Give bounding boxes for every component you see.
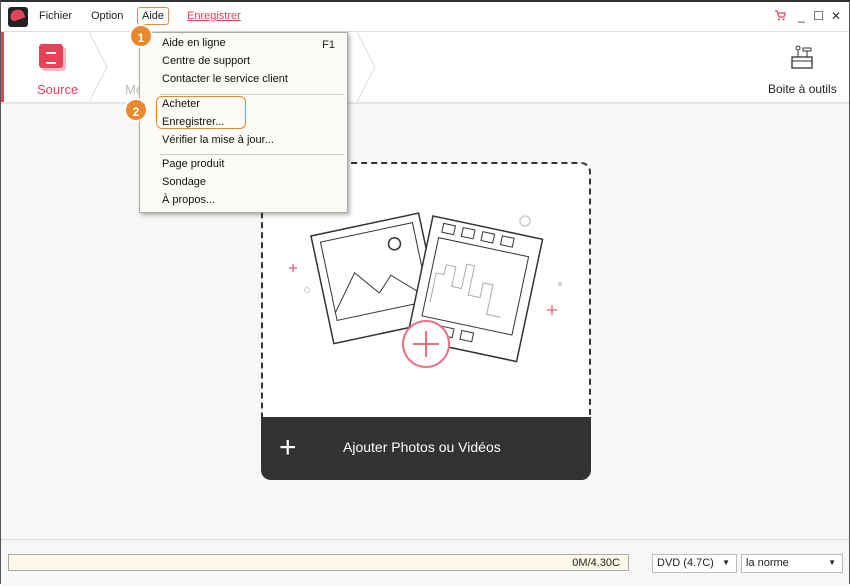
step-tabs: Source Me Boite à outils xyxy=(1,32,849,104)
app-logo xyxy=(8,7,28,27)
toolbox-icon xyxy=(791,45,813,69)
menu-separator xyxy=(160,154,344,155)
menu-item-aide-en-ligne[interactable]: Aide en ligne xyxy=(162,37,226,49)
add-media-button[interactable]: + Ajouter Photos ou Vidéos xyxy=(261,417,591,480)
capacity-bar: 0M/4.30C xyxy=(8,554,629,571)
tab-divider xyxy=(89,32,108,102)
menu-option[interactable]: Option xyxy=(91,10,123,22)
plus-icon: + xyxy=(279,431,297,464)
chevron-down-icon: ▼ xyxy=(722,558,730,567)
menu-item-verifier-maj[interactable]: Vérifier la mise à jour... xyxy=(162,134,274,146)
app-window: Fichier Option Aide Enregistrer _ ☐ ✕ So… xyxy=(0,0,850,586)
menu-item-contacter[interactable]: Contacter le service client xyxy=(162,73,288,85)
menu-item-sondage[interactable]: Sondage xyxy=(162,176,206,188)
menu-item-a-propos[interactable]: À propos... xyxy=(162,194,215,206)
highlight-box xyxy=(156,96,246,129)
tab-toolbox[interactable]: Boite à outils xyxy=(768,82,837,96)
capacity-text: 0M/4.30C xyxy=(572,557,620,569)
chevron-down-icon: ▼ xyxy=(828,558,836,567)
menu-aide[interactable]: Aide xyxy=(137,7,170,25)
menu-separator xyxy=(160,94,344,95)
shortcut-f1: F1 xyxy=(322,39,335,51)
menu-item-page-produit[interactable]: Page produit xyxy=(162,158,224,170)
add-media-label: Ajouter Photos ou Vidéos xyxy=(343,439,501,455)
help-menu: Aide en ligne F1 Centre de support Conta… xyxy=(139,32,348,213)
tab-source[interactable]: Source xyxy=(1,32,101,102)
tab-source-label: Source xyxy=(37,82,79,97)
tab-divider xyxy=(357,32,376,102)
menu-item-centre-support[interactable]: Centre de support xyxy=(162,55,250,67)
quality-select[interactable]: la norme ▼ xyxy=(741,554,843,573)
cart-icon[interactable] xyxy=(774,9,786,24)
title-bar: Fichier Option Aide Enregistrer _ ☐ ✕ xyxy=(1,2,849,32)
callout-badge-1: 1 xyxy=(129,24,153,48)
menu-fichier[interactable]: Fichier xyxy=(39,10,72,22)
menu-enregistrer[interactable]: Enregistrer xyxy=(187,10,241,22)
quality-value: la norme xyxy=(746,557,789,569)
disc-type-select[interactable]: DVD (4.7C) ▼ xyxy=(652,554,737,573)
status-bar: 0M/4.30C DVD (4.7C) ▼ la norme ▼ xyxy=(1,539,849,586)
close-button[interactable]: ✕ xyxy=(831,9,841,23)
source-icon xyxy=(39,44,63,68)
disc-type-value: DVD (4.7C) xyxy=(657,557,714,569)
minimize-button[interactable]: _ xyxy=(798,9,805,23)
maximize-button[interactable]: ☐ xyxy=(813,9,824,23)
callout-badge-2: 2 xyxy=(124,98,148,122)
